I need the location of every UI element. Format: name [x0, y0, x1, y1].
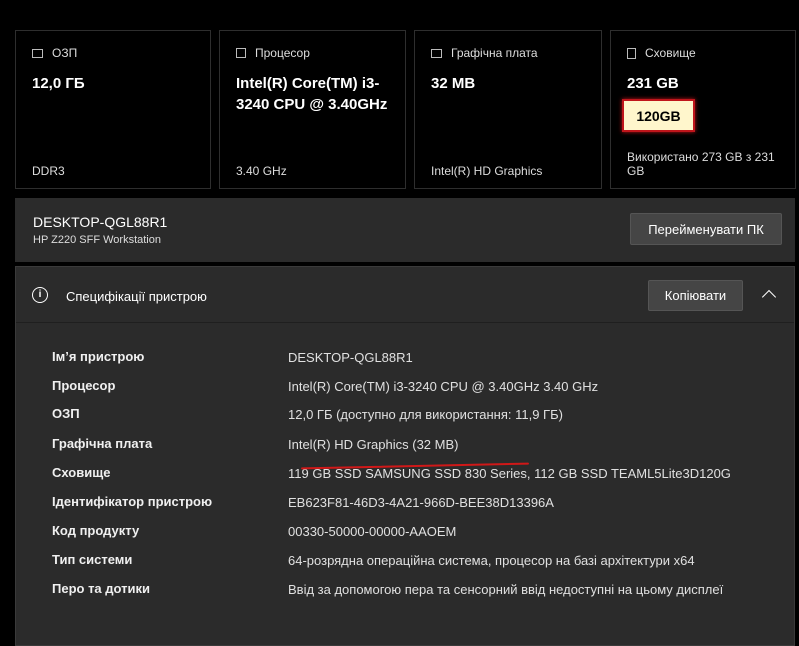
device-model: HP Z220 SFF Workstation	[33, 234, 161, 246]
spec-row: Код продукту 00330-50000-00000-AAOEM	[52, 523, 733, 541]
spec-value: 00330-50000-00000-AAOEM	[288, 524, 457, 539]
ram-icon	[32, 48, 43, 58]
gpu-icon	[431, 48, 442, 58]
spec-value: DESKTOP-QGL88R1	[288, 350, 413, 365]
device-bar: DESKTOP-QGL88R1 HP Z220 SFF Workstation …	[15, 198, 795, 262]
spec-row: Графічна плата Intel(R) HD Graphics (32 M…	[52, 436, 733, 454]
card-label: Процесор	[255, 46, 310, 60]
storage-card: Сховище 231 GB 120GB Використано 273 GB …	[610, 30, 796, 189]
ram-card: ОЗП 12,0 ГБ DDR3	[15, 30, 211, 189]
spec-label: Ім’я пристрою	[52, 349, 145, 364]
spec-value: Ввід за допомогою пера та сенсорний ввід…	[288, 582, 724, 597]
spec-label: Ідентифікатор пристрою	[52, 494, 213, 509]
card-sub: 3.40 GHz	[236, 164, 287, 178]
card-value: 12,0 ГБ	[32, 75, 85, 92]
device-name: DESKTOP-QGL88R1	[33, 214, 168, 230]
storage-icon	[627, 47, 636, 59]
spec-row: Ім’я пристрою DESKTOP-QGL88R1	[52, 349, 733, 367]
spec-row: Процесор Intel(R) Core(TM) i3-3240 CPU @ …	[52, 378, 733, 396]
spec-value: EB623F81-46D3-4A21-966D-BEE38D13396A	[288, 495, 554, 510]
spec-row: Ідентифікатор пристрою EB623F81-46D3-4A21…	[52, 494, 733, 512]
spec-value: Intel(R) Core(TM) i3-3240 CPU @ 3.40GHz …	[288, 379, 599, 394]
spec-value: Intel(R) HD Graphics (32 MB)	[288, 437, 459, 452]
cpu-icon	[236, 48, 246, 58]
spec-label: Код продукту	[52, 523, 140, 538]
spec-label: ОЗП	[52, 406, 80, 421]
card-sub: Intel(R) HD Graphics	[431, 164, 543, 178]
card-value: 231 GB	[627, 75, 679, 92]
card-value: 32 MB	[431, 75, 476, 92]
card-sub: DDR3	[32, 164, 65, 178]
gpu-card: Графічна плата 32 MB Intel(R) HD Graphic…	[414, 30, 602, 189]
annotation-badge: 120GB	[622, 99, 695, 132]
spec-label: Перо та дотики	[52, 581, 151, 596]
spec-row: ОЗП 12,0 ГБ (доступно для використання: 1…	[52, 406, 733, 424]
specs-title: Специфікації пристрою	[66, 289, 207, 304]
spec-row: Сховище 119 GB SSD SAMSUNG SSD 830 Series…	[52, 465, 733, 483]
spec-label: Тип системи	[52, 552, 133, 567]
rename-pc-button[interactable]: Перейменувати ПК	[630, 213, 782, 245]
spec-value: 64-розрядна операційна система, процесор…	[288, 553, 695, 568]
spec-row: Перо та дотики Ввід за допомогою пера та …	[52, 581, 733, 599]
card-value: Intel(R) Core(TM) i3-3240 CPU @ 3.40GHz	[236, 75, 388, 113]
info-icon: i	[32, 287, 48, 303]
card-label: Сховище	[645, 46, 696, 60]
copy-button[interactable]: Копіювати	[648, 280, 743, 311]
spec-label: Графічна плата	[52, 436, 153, 451]
spec-label: Сховище	[52, 465, 111, 480]
card-label: ОЗП	[52, 46, 78, 60]
card-label: Графічна плата	[451, 46, 538, 60]
spec-value: 12,0 ГБ (доступно для використання: 11,9…	[288, 407, 563, 422]
chevron-up-icon[interactable]	[761, 289, 777, 305]
specs-header[interactable]: i Специфікації пристрою Копіювати	[16, 267, 794, 323]
card-sub: Використано 273 GB з 231 GB	[627, 150, 775, 178]
cpu-card: Процесор Intel(R) Core(TM) i3-3240 CPU @…	[219, 30, 406, 189]
spec-row: Тип системи 64-розрядна операційна систем…	[52, 552, 733, 570]
spec-label: Процесор	[52, 378, 116, 393]
